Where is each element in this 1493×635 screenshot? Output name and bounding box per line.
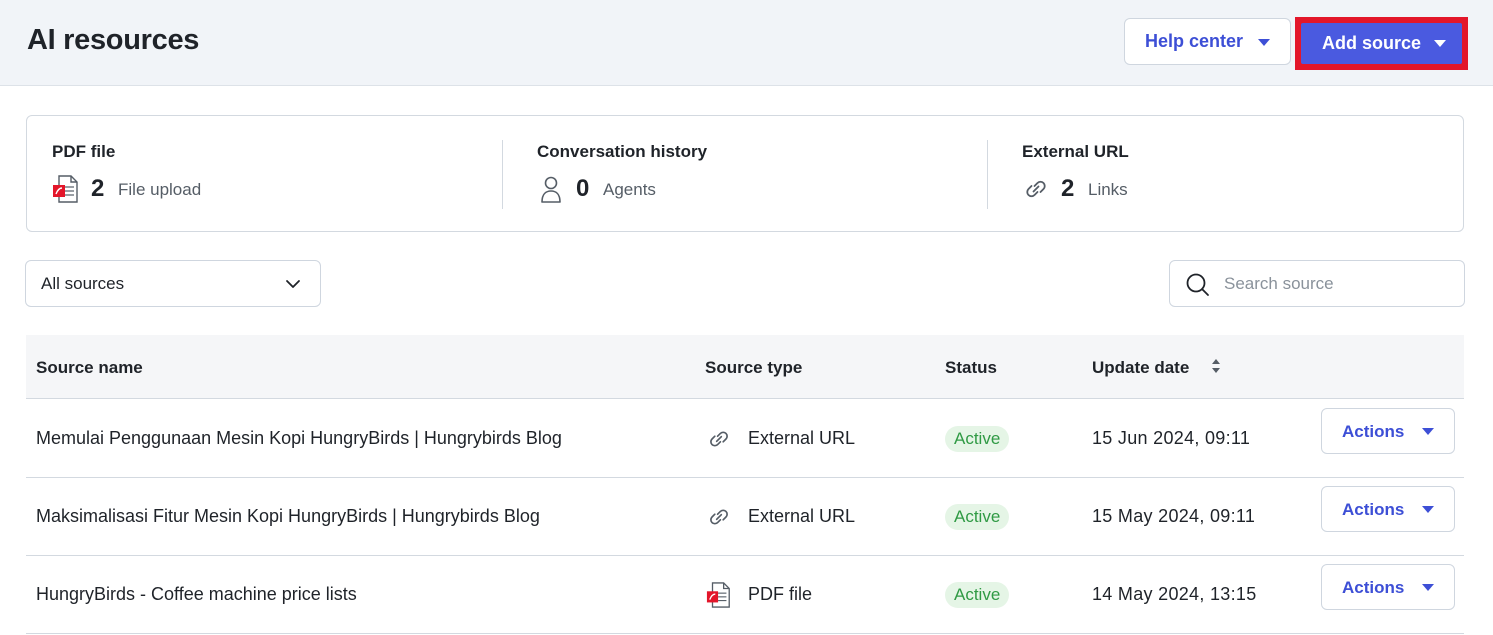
table-row: Maksimalisasi Fitur Mesin Kopi HungryBir… (26, 478, 1464, 556)
actions-label: Actions (1342, 500, 1405, 519)
caret-down-icon (1422, 428, 1434, 435)
add-source-label: Add source (1322, 33, 1422, 53)
update-date: 14 May 2024, 13:15 (1092, 584, 1257, 604)
pdf-file-icon (706, 582, 730, 608)
link-icon (1026, 180, 1046, 198)
link-icon (710, 509, 728, 525)
page-title: AI resources (27, 24, 200, 56)
update-date: 15 May 2024, 09:11 (1092, 506, 1256, 526)
table-row: HungryBirds - Coffee machine price lists… (26, 556, 1464, 634)
actions-button[interactable]: Actions (1321, 408, 1455, 454)
search-icon (1186, 273, 1209, 296)
divider (987, 140, 988, 209)
caret-down-icon (1434, 40, 1446, 47)
column-header-source-type[interactable]: Source type (705, 358, 802, 378)
summary-count: 2 (91, 175, 105, 202)
source-filter-value: All sources (41, 274, 125, 293)
caret-down-icon (1422, 584, 1434, 591)
source-type: PDF file (748, 584, 813, 604)
status-badge: Active (945, 582, 1010, 608)
column-header-update-date[interactable]: Update date (1092, 358, 1189, 378)
summary-title: PDF file (52, 142, 116, 161)
column-header-source-name[interactable]: Source name (36, 358, 143, 378)
status-badge: Active (945, 504, 1010, 530)
actions-button[interactable]: Actions (1321, 486, 1455, 532)
search-input[interactable] (1224, 271, 1449, 297)
caret-down-icon (1422, 506, 1434, 513)
source-name[interactable]: HungryBirds - Coffee machine price lists (36, 584, 357, 605)
actions-label: Actions (1342, 422, 1405, 441)
summary-unit: File upload (118, 180, 202, 199)
column-header-status[interactable]: Status (945, 358, 997, 378)
search-box (1169, 260, 1465, 307)
add-source-highlight: Add source (1295, 17, 1468, 70)
table-row: Memulai Penggunaan Mesin Kopi HungryBird… (26, 400, 1464, 478)
summary-title: Conversation history (537, 142, 708, 161)
status-badge: Active (945, 426, 1010, 452)
sort-icon[interactable] (1210, 356, 1222, 376)
divider (502, 140, 503, 209)
source-type: External URL (748, 428, 856, 448)
source-name[interactable]: Memulai Penggunaan Mesin Kopi HungryBird… (36, 428, 562, 449)
header-bar: AI resources Help center Add source (0, 0, 1493, 86)
summary-unit: Links (1088, 180, 1128, 199)
caret-down-icon (1258, 39, 1270, 46)
add-source-button[interactable]: Add source (1301, 23, 1462, 64)
pdf-file-icon (53, 175, 78, 203)
link-icon (710, 431, 728, 447)
help-center-label: Help center (1145, 31, 1244, 51)
help-center-button[interactable]: Help center (1124, 18, 1291, 65)
summary-count: 2 (1061, 175, 1075, 202)
actions-button[interactable]: Actions (1321, 564, 1455, 610)
actions-label: Actions (1342, 578, 1405, 597)
update-date: 15 Jun 2024, 09:11 (1092, 428, 1251, 448)
summary-panel: PDF file 2 File upload Conversation hist… (26, 115, 1464, 232)
source-name[interactable]: Maksimalisasi Fitur Mesin Kopi HungryBir… (36, 506, 540, 527)
table-header: Source name Source type Status Update da… (26, 335, 1464, 399)
source-filter-select[interactable]: All sources (25, 260, 321, 307)
summary-count: 0 (576, 175, 590, 202)
summary-title: External URL (1022, 142, 1129, 161)
source-type: External URL (748, 506, 856, 526)
chevron-down-icon (286, 280, 300, 288)
person-icon (541, 176, 561, 203)
summary-unit: Agents (603, 180, 656, 199)
